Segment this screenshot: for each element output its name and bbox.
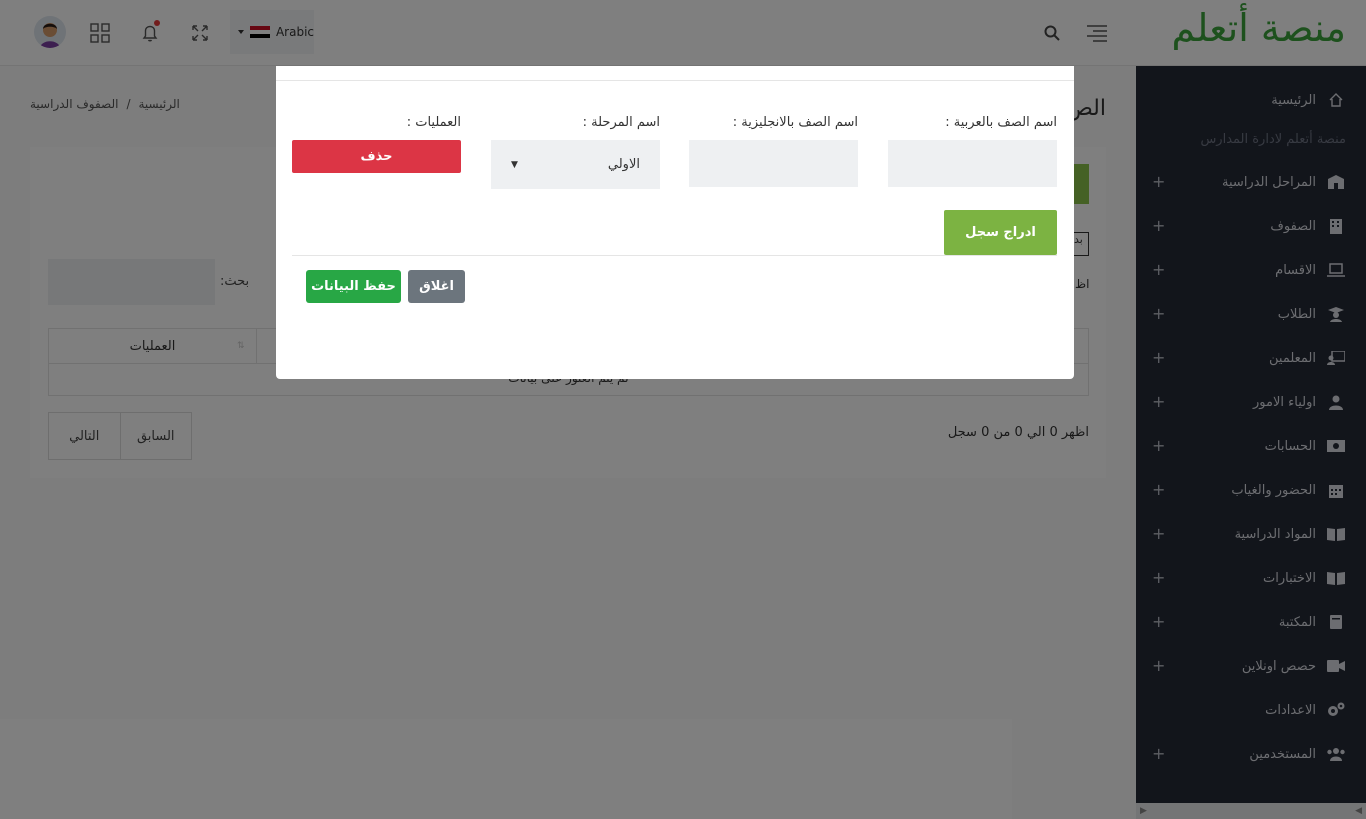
- chevron-down-icon: ▼: [511, 159, 518, 170]
- label-operations: العمليات :: [406, 115, 461, 130]
- delete-row-button[interactable]: حذف: [292, 140, 461, 173]
- save-button[interactable]: حفظ البيانات: [306, 270, 401, 303]
- modal-header-divider: [276, 80, 1074, 81]
- insert-row-button[interactable]: ادراج سجل: [944, 210, 1057, 255]
- close-button[interactable]: اغلاق: [408, 270, 465, 303]
- stage-selected-value: الاولي: [607, 157, 640, 172]
- class-name-ar-input[interactable]: [888, 140, 1057, 187]
- modal-footer-divider: [292, 255, 1057, 256]
- stage-select[interactable]: الاولي ▼: [491, 140, 660, 189]
- label-name-en: اسم الصف بالانجليزية :: [732, 115, 858, 130]
- label-stage: اسم المرحلة :: [582, 115, 660, 130]
- add-class-modal: اسم الصف بالعربية : اسم الصف بالانجليزية…: [276, 66, 1074, 379]
- class-name-en-input[interactable]: [689, 140, 858, 187]
- label-name-ar: اسم الصف بالعربية :: [945, 115, 1057, 130]
